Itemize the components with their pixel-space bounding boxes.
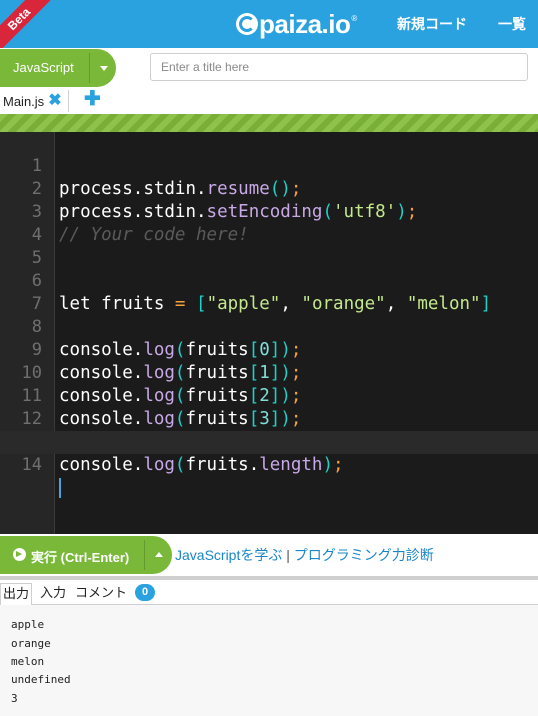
output-line: melon	[11, 655, 45, 668]
comment-count-badge: 0	[135, 584, 155, 601]
file-tab-main-js[interactable]: Main.js ✖	[0, 90, 69, 112]
code-line: 6 let fruits = ["apple", "orange", "melo…	[0, 247, 538, 314]
code-line: 11 console.log(fruits[3]);	[0, 362, 538, 429]
close-icon[interactable]: ✖	[48, 93, 61, 109]
learn-javascript-link[interactable]: JavaScriptを学ぶ	[175, 547, 282, 563]
chevron-up-icon[interactable]	[155, 552, 163, 557]
run-bar: 実行 (Ctrl-Enter) JavaScriptを学ぶ | プログラミング力…	[0, 534, 538, 576]
plus-icon[interactable]: ✚	[84, 88, 101, 110]
output-line: orange	[11, 637, 51, 650]
code-line: 12	[0, 385, 538, 429]
paiza-logo[interactable]: paiza.io ®	[236, 10, 357, 38]
title-input[interactable]	[150, 53, 528, 81]
code-line: 8 console.log(fruits[0]);	[0, 293, 538, 360]
run-label: 実行 (Ctrl-Enter)	[31, 550, 130, 565]
output-line: apple	[11, 618, 45, 631]
language-label: JavaScript	[13, 60, 74, 75]
nav-new-code[interactable]: 新規コード	[397, 14, 467, 34]
top-header: Beta paiza.io ® 新規コード 一覧	[0, 0, 538, 48]
code-line-active: 14	[0, 431, 538, 498]
text-cursor	[59, 478, 61, 498]
run-button[interactable]: 実行 (Ctrl-Enter)	[0, 536, 172, 574]
code-line: 13 console.log(fruits.length);	[0, 408, 538, 475]
run-links: JavaScriptを学ぶ | プログラミング力診断	[175, 545, 434, 565]
code-line: 7	[0, 270, 538, 314]
file-tab-label: Main.js	[3, 93, 45, 109]
line-number: 14	[21, 455, 42, 475]
beta-ribbon: Beta	[0, 0, 56, 48]
code-line: 9 console.log(fruits[1]);	[0, 316, 538, 383]
paiza-logo-icon	[236, 13, 258, 35]
code-text	[59, 477, 61, 500]
code-line: 4	[0, 201, 538, 245]
tab-input[interactable]: 入力	[40, 583, 66, 604]
nav-list[interactable]: 一覧	[498, 14, 526, 34]
output-panel: apple orange melon undefined 3	[0, 605, 538, 716]
code-area[interactable]: 1 process.stdin.resume(); 2 process.stdi…	[0, 132, 538, 498]
tab-output[interactable]: 出力	[0, 583, 33, 606]
divider-stripe	[0, 114, 538, 132]
play-circle-icon	[13, 548, 26, 561]
code-editor[interactable]: 1 process.stdin.resume(); 2 process.stdi…	[0, 132, 538, 534]
chevron-down-icon[interactable]	[100, 66, 108, 71]
programming-diagnosis-link[interactable]: プログラミング力診断	[294, 547, 434, 563]
logo-text: paiza.io	[259, 9, 351, 39]
output-line: 3	[11, 692, 18, 705]
code-line: 10 console.log(fruits[2]);	[0, 339, 538, 406]
code-text: console.log(fruits.length);	[59, 455, 344, 475]
code-line: 5	[0, 224, 538, 268]
code-line: 3 // Your code here!	[0, 178, 538, 245]
output-line: undefined	[11, 673, 71, 686]
language-select-button[interactable]: JavaScript	[0, 49, 116, 87]
output-tabs: 出力 入力 コメント	[0, 580, 538, 606]
link-separator: |	[286, 547, 290, 563]
code-line: 2 process.stdin.setEncoding('utf8');	[0, 155, 538, 222]
code-line: 1 process.stdin.resume();	[0, 132, 538, 199]
logo-trademark: ®	[351, 14, 358, 23]
tab-comment[interactable]: コメント	[75, 583, 127, 604]
